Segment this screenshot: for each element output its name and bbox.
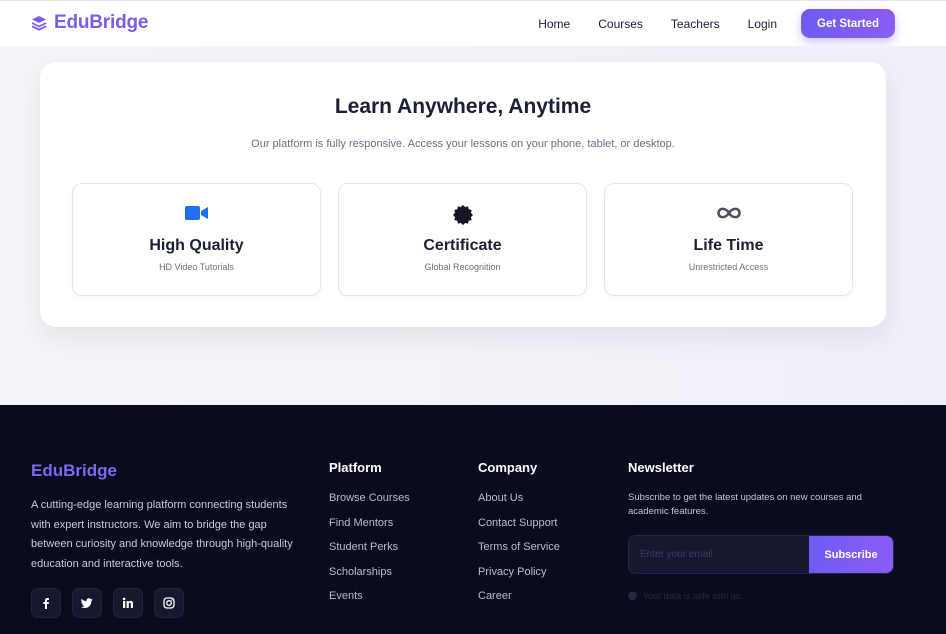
footer-platform-title: Platform xyxy=(329,460,382,475)
footer-brand[interactable]: EduBridge xyxy=(31,461,117,481)
newsletter-form: Subscribe xyxy=(628,535,894,574)
newsletter-safe-note: Your data is safe with us. xyxy=(628,591,743,601)
instagram-link[interactable] xyxy=(154,588,184,618)
footer-link-find-mentors[interactable]: Find Mentors xyxy=(329,516,410,541)
footer-platform-column: Platform Browse Courses Find Mentors Stu… xyxy=(329,460,410,614)
feature-title: Certificate xyxy=(423,237,502,254)
linkedin-icon xyxy=(122,597,133,608)
footer-link-about-us[interactable]: About Us xyxy=(478,491,560,516)
get-started-button[interactable]: Get Started xyxy=(801,9,895,38)
subscribe-button[interactable]: Subscribe xyxy=(809,536,893,573)
feature-title: Life Time xyxy=(693,237,764,254)
nav-links: Home Courses Teachers Login Get Started xyxy=(538,9,895,38)
feature-card: Learn Anywhere, Anytime Our platform is … xyxy=(40,62,886,327)
footer-link-student-perks[interactable]: Student Perks xyxy=(329,540,410,565)
footer-company-title: Company xyxy=(478,460,538,475)
footer-link-privacy-policy[interactable]: Privacy Policy xyxy=(478,565,560,590)
safe-note-text: Your data is safe with us. xyxy=(643,591,743,601)
instagram-icon xyxy=(163,597,175,609)
social-links xyxy=(31,588,184,618)
feature-title: High Quality xyxy=(149,237,244,254)
nav-link-teachers[interactable]: Teachers xyxy=(671,17,720,31)
twitter-link[interactable] xyxy=(72,588,102,618)
footer-link-scholarships[interactable]: Scholarships xyxy=(329,565,410,590)
feature-certificate: Certificate Global Recognition xyxy=(338,183,587,296)
responsive-section: Learn Anywhere, Anytime Our platform is … xyxy=(0,46,946,405)
video-camera-icon xyxy=(184,206,208,220)
infinity-icon xyxy=(716,207,741,219)
footer-newsletter-title: Newsletter xyxy=(628,460,694,475)
feature-high-quality: High Quality HD Video Tutorials xyxy=(72,183,321,296)
shield-icon xyxy=(628,591,637,601)
footer-newsletter-column: Newsletter xyxy=(628,460,694,491)
facebook-icon xyxy=(43,598,49,609)
footer-link-career[interactable]: Career xyxy=(478,589,560,614)
section-title: Learn Anywhere, Anytime xyxy=(334,95,592,118)
section-subtitle: Our platform is fully responsive. Access… xyxy=(251,138,675,150)
footer-link-browse-courses[interactable]: Browse Courses xyxy=(329,491,410,516)
newsletter-description: Subscribe to get the latest updates on n… xyxy=(628,492,862,517)
feature-life-time: Life Time Unrestricted Access xyxy=(604,183,853,296)
footer-link-contact-support[interactable]: Contact Support xyxy=(478,516,560,541)
feature-subtitle: Global Recognition xyxy=(424,262,501,272)
feature-list: High Quality HD Video Tutorials Certific… xyxy=(72,183,853,296)
footer-description: A cutting-edge learning platform connect… xyxy=(31,499,293,570)
nav-link-courses[interactable]: Courses xyxy=(598,17,643,31)
feature-subtitle: HD Video Tutorials xyxy=(159,262,234,272)
facebook-link[interactable] xyxy=(31,588,61,618)
linkedin-link[interactable] xyxy=(113,588,143,618)
brand-name: EduBridge xyxy=(54,12,149,33)
footer-link-events[interactable]: Events xyxy=(329,589,410,614)
footer-company-column: Company About Us Contact Support Terms o… xyxy=(478,460,560,614)
footer-link-terms-of-service[interactable]: Terms of Service xyxy=(478,540,560,565)
nav-link-login[interactable]: Login xyxy=(748,17,777,31)
brand-logo[interactable]: EduBridge xyxy=(31,12,148,34)
nav-link-home[interactable]: Home xyxy=(538,17,570,31)
navbar: EduBridge Home Courses Teachers Login Ge… xyxy=(0,0,946,46)
newsletter-email-input[interactable] xyxy=(629,536,809,573)
footer: EduBridge A cutting-edge learning platfo… xyxy=(0,405,946,634)
twitter-icon xyxy=(81,598,93,609)
certificate-badge-icon xyxy=(452,205,473,225)
layers-icon xyxy=(31,16,47,31)
feature-subtitle: Unrestricted Access xyxy=(688,262,769,272)
